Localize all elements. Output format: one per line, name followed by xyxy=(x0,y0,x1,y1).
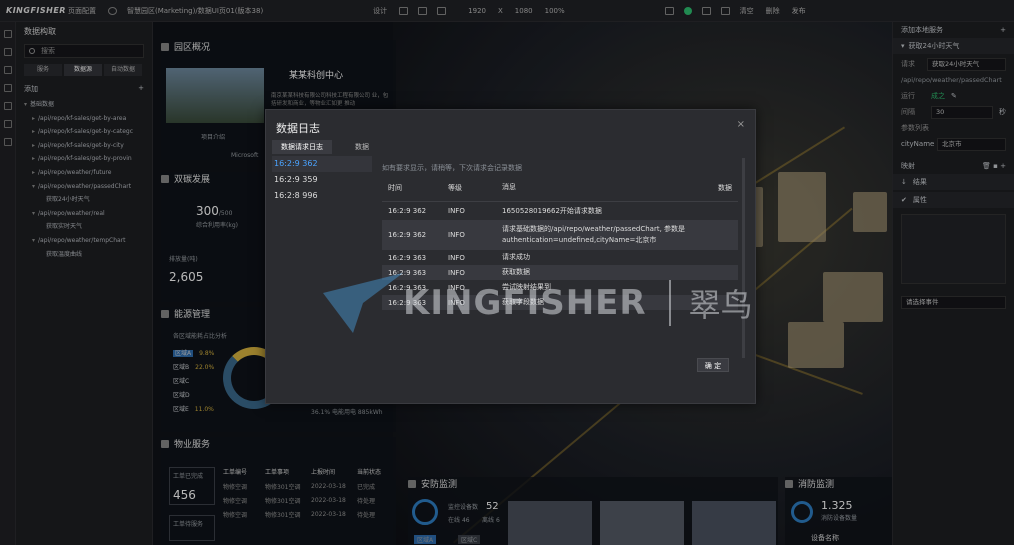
col-message: 消息 xyxy=(502,183,516,191)
col-level: 等级 xyxy=(448,183,462,192)
log-row[interactable]: 16:2:9 362 INFO 1650528019662开始请求数据 xyxy=(382,202,738,220)
data-log-modal: 数据日志 × 数据请求日志 数据 16:2:9 362 16:2:9 359 1… xyxy=(265,109,756,404)
col-time: 时间 xyxy=(388,183,402,192)
log-note: 如有要求显示，请稍等，下次请求会记录数据 xyxy=(382,164,522,172)
log-table-header: 时间 等级 消息 数据 xyxy=(382,174,738,202)
log-time-item[interactable]: 16:2:8 996 xyxy=(272,188,372,204)
log-cell-level: INFO xyxy=(448,253,465,262)
log-time-list: 16:2:9 362 16:2:9 359 16:2:8 996 xyxy=(272,156,372,204)
kingfisher-logo-icon xyxy=(323,273,403,333)
log-time-item[interactable]: 16:2:9 362 xyxy=(272,156,372,172)
log-cell-time: 16:2:9 362 xyxy=(388,207,427,215)
col-data: 数据 xyxy=(718,183,732,192)
watermark-brand: KINGFISHER xyxy=(403,283,647,323)
modal-tabs: 数据请求日志 数据 xyxy=(272,140,392,154)
log-row[interactable]: 16:2:9 363 INFO 请求成功 xyxy=(382,250,738,265)
log-cell-level: INFO xyxy=(448,231,465,239)
tab-data[interactable]: 数据 xyxy=(332,140,392,154)
log-time-item[interactable]: 16:2:9 359 xyxy=(272,172,372,188)
ok-button[interactable]: 确 定 xyxy=(697,358,729,372)
log-cell-msg: 1650528019662开始请求数据 xyxy=(502,206,602,215)
brand-watermark: KINGFISHER 翠鸟 xyxy=(323,268,773,338)
log-cell-msg: 请求基础数据的/api/repo/weather/passedChart, 参数… xyxy=(502,225,686,244)
log-cell-time: 16:2:9 363 xyxy=(388,253,427,262)
modal-title: 数据日志 xyxy=(276,122,320,135)
log-cell-msg: 请求成功 xyxy=(502,253,530,261)
log-cell-time: 16:2:9 362 xyxy=(388,231,427,239)
log-row[interactable]: 16:2:9 362 INFO 请求基础数据的/api/repo/weather/p… xyxy=(382,220,738,250)
watermark-cn: 翠鸟 xyxy=(668,280,753,326)
tab-request-log[interactable]: 数据请求日志 xyxy=(272,140,332,154)
app-root: KINGFISHER 页面配置 智慧园区(Marketing)/数据UI页01(… xyxy=(0,0,1014,545)
log-cell-level: INFO xyxy=(448,207,465,215)
close-icon[interactable]: × xyxy=(737,119,745,130)
